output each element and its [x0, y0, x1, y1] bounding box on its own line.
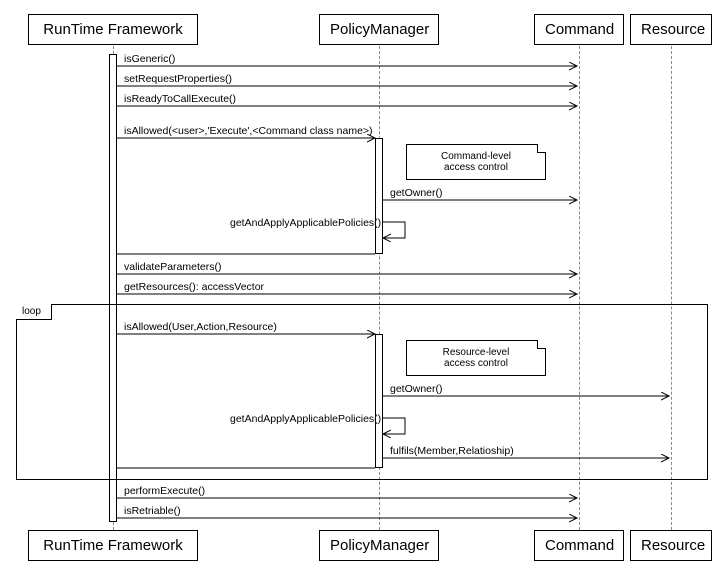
msg-isAllowed-execute: isAllowed(<user>,'Execute',<Command clas… [124, 125, 373, 137]
sequence-diagram: RunTime Framework PolicyManager Command … [10, 10, 710, 565]
note-command-level: Command-level access control [406, 144, 546, 180]
participant-policy-bottom: PolicyManager [319, 530, 439, 561]
participant-runtime-bottom: RunTime Framework [28, 530, 198, 561]
msg-setRequestProperties: setRequestProperties() [124, 73, 232, 85]
msg-isRetriable: isRetriable() [124, 505, 181, 517]
note-line: access control [444, 162, 508, 173]
arrows-layer [10, 10, 710, 565]
loop-label: loop [16, 304, 52, 320]
msg-getAndApplyApplicablePolicies-1: getAndApplyApplicablePolicies() [230, 217, 381, 229]
loop-frame [16, 304, 708, 480]
msg-getResources: getResources(): accessVector [124, 281, 264, 293]
note-line: Command-level [441, 151, 511, 162]
participant-resource-bottom: Resource [630, 530, 712, 561]
msg-isGeneric: isGeneric() [124, 53, 175, 65]
msg-validateParameters: validateParameters() [124, 261, 221, 273]
msg-performExecute: performExecute() [124, 485, 205, 497]
participant-command-bottom: Command [534, 530, 624, 561]
msg-isReadyToCallExecute: isReadyToCallExecute() [124, 93, 236, 105]
msg-getOwner-1: getOwner() [390, 187, 443, 199]
